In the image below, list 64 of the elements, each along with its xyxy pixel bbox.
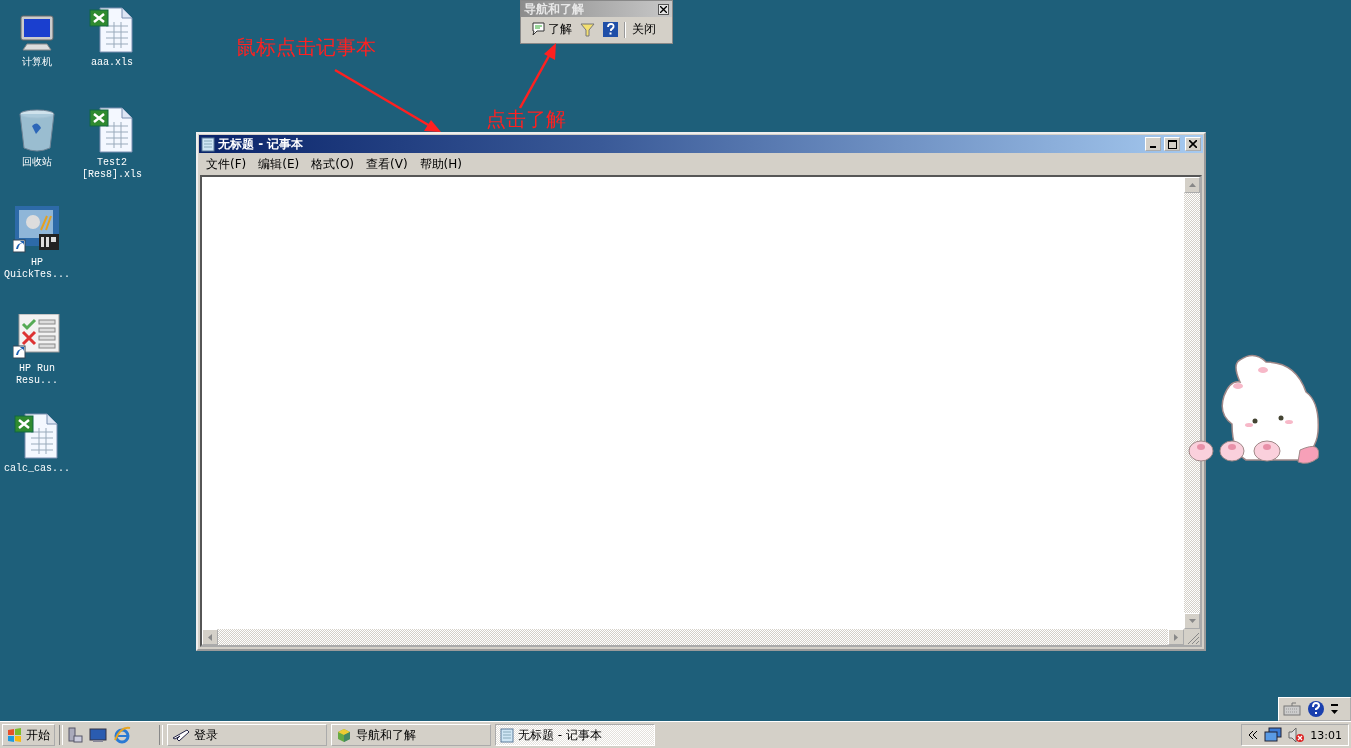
speech-bubble-icon <box>529 22 545 37</box>
left-arrow-icon <box>208 633 212 641</box>
minimize-button[interactable] <box>1145 137 1161 151</box>
airplane-icon <box>172 728 190 742</box>
keyboard-icon[interactable] <box>1283 702 1301 716</box>
window-title: 无标题 - 记事本 <box>218 135 305 153</box>
options-caret-icon[interactable] <box>1331 702 1338 716</box>
close-icon <box>1189 140 1197 148</box>
taskbar-button[interactable]: 无标题 - 记事本 <box>495 724 655 746</box>
chevron-left-icon[interactable] <box>1248 731 1259 739</box>
maximize-icon <box>1167 139 1177 149</box>
notepad-icon <box>500 727 514 743</box>
spreadsheet-file-icon <box>88 106 136 154</box>
desktop-icon-label[interactable]: calc_cas... <box>0 463 74 475</box>
checklist-shortcut-icon <box>13 314 61 360</box>
taskbar-button[interactable]: 登录 <box>167 724 327 746</box>
application-shortcut-icon <box>13 206 61 254</box>
windows-logo-icon <box>7 728 22 742</box>
desktop-icon-label[interactable]: aaa.xls <box>75 57 149 69</box>
cube-icon <box>336 727 352 743</box>
muted-speaker-icon[interactable] <box>1288 727 1305 743</box>
start-button[interactable]: 开始 <box>2 724 55 746</box>
help-button[interactable] <box>601 21 620 38</box>
scroll-up-button[interactable] <box>1184 177 1200 193</box>
notepad-icon <box>201 136 215 152</box>
desktop-icon-label[interactable]: 回收站 <box>0 157 74 169</box>
scroll-right-button[interactable] <box>1168 629 1184 645</box>
menu-item[interactable]: 格式(O) <box>305 155 361 174</box>
annotation-arrow <box>518 43 556 109</box>
desktop-icon-label[interactable]: HP Run Resu... <box>0 363 74 387</box>
menu-item[interactable]: 帮助(H) <box>413 155 468 174</box>
close-button[interactable]: 关闭 <box>630 20 658 39</box>
close-icon <box>660 5 667 13</box>
learn-button[interactable]: 了解 <box>527 20 574 39</box>
menu-item[interactable]: 查看(V) <box>360 155 414 174</box>
help-icon[interactable] <box>1307 700 1325 718</box>
desktop-icon[interactable] <box>89 728 107 742</box>
scroll-left-button[interactable] <box>202 629 218 645</box>
help-icon <box>603 22 618 37</box>
close-button[interactable] <box>658 3 669 15</box>
down-arrow-icon <box>1188 619 1196 623</box>
menu-item[interactable]: 文件(F) <box>200 155 253 174</box>
taskbar-button[interactable]: 导航和了解 <box>331 724 491 746</box>
horizontal-scrollbar[interactable] <box>202 629 1184 645</box>
clock: 13:01 <box>1310 728 1342 742</box>
annotation-text: 点击了解 <box>486 106 566 133</box>
scroll-down-button[interactable] <box>1184 613 1200 629</box>
vertical-scrollbar[interactable] <box>1184 177 1200 629</box>
desktop-icon-label[interactable]: HP QuickTes... <box>0 257 74 281</box>
menu-item[interactable]: 编辑(E) <box>252 155 306 174</box>
annotation-text: 鼠标点击记事本 <box>236 34 376 61</box>
spreadsheet-file-icon <box>88 6 136 54</box>
server-icon[interactable] <box>67 727 83 743</box>
right-arrow-icon <box>1174 633 1178 641</box>
network-icon[interactable] <box>1264 727 1283 743</box>
spreadsheet-file-icon <box>13 412 61 460</box>
up-arrow-icon <box>1188 183 1196 187</box>
toolbar-title: 导航和了解 <box>524 0 584 18</box>
desktop-icon-label[interactable]: 计算机 <box>0 57 74 69</box>
trash-bin-icon <box>17 108 57 154</box>
maximize-button[interactable] <box>1164 137 1180 151</box>
desktop-icon-label[interactable]: Test2 [Res8].xls <box>75 157 149 181</box>
funnel-icon <box>580 22 595 37</box>
browser-icon[interactable] <box>113 726 131 744</box>
